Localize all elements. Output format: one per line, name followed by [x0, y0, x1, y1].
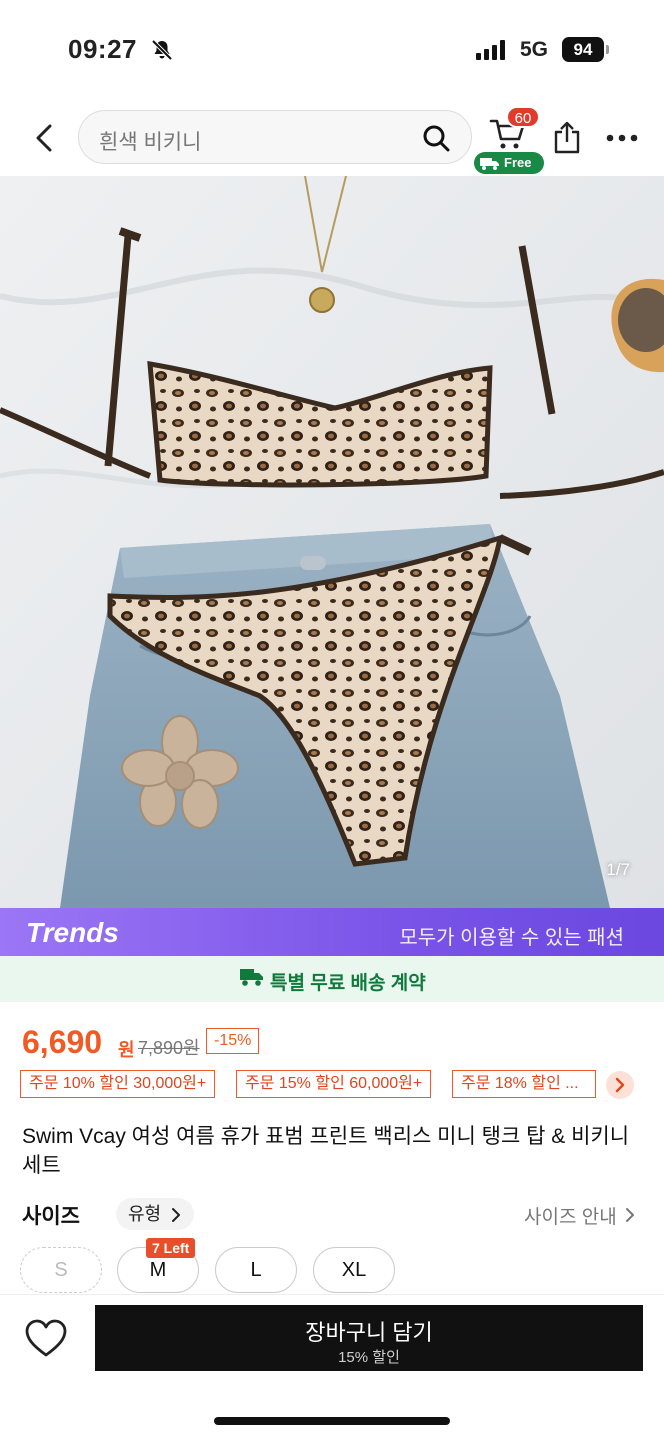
size-guide-link[interactable]: 사이즈 안내 [524, 1202, 617, 1229]
original-price: 7,890원 [138, 1038, 200, 1058]
truck-icon [480, 158, 499, 170]
search-query: 흰색 비키니 [99, 131, 202, 154]
chevron-right-icon [615, 1077, 625, 1093]
back-icon[interactable] [30, 122, 58, 154]
add-to-cart-button[interactable]: 장바구니 담기 15% 할인 [95, 1305, 643, 1371]
coupon-18[interactable]: 주문 18% 할인 ... [452, 1070, 596, 1098]
coupon-more-button[interactable] [606, 1071, 634, 1099]
cart-count-badge: 60 [506, 106, 540, 128]
heart-icon[interactable] [24, 1319, 68, 1359]
bell-muted-icon [151, 39, 173, 61]
battery-icon: 94 [562, 37, 604, 62]
coupon-10[interactable]: 주문 10% 할인 30,000원+ [20, 1070, 216, 1098]
image-counter: 1/7 [606, 860, 630, 879]
current-price: 6,690 [22, 1024, 103, 1060]
free-shipping-badge: Free [474, 152, 544, 174]
size-label: 사이즈 [22, 1205, 80, 1228]
shipping-banner[interactable]: 특별 무료 배송 계약 [0, 956, 664, 1002]
add-to-cart-discount: 15% 할인 [338, 1349, 400, 1366]
discount-badge: -15% [206, 1028, 260, 1054]
size-option-s[interactable]: S [20, 1247, 102, 1293]
coupon-row: 주문 10% 할인 30,000원+ 주문 15% 할인 60,000원+ 주문… [20, 1070, 644, 1100]
more-icon[interactable] [606, 134, 638, 142]
battery-tip [606, 45, 609, 54]
trends-banner[interactable]: Trends 모두가 이용할 수 있는 패션 [0, 908, 664, 956]
shipping-text: 특별 무료 배송 계약 [270, 973, 426, 994]
free-label: Free [504, 155, 532, 170]
bottom-action-bar: 장바구니 담기 15% 할인 [0, 1294, 664, 1440]
signal-icon [476, 40, 505, 60]
add-to-cart-label: 장바구니 담기 [305, 1320, 433, 1345]
size-type-label: 유형 [128, 1204, 162, 1224]
status-bar: 09:27 5G 94 [0, 0, 664, 100]
product-image-carousel[interactable]: 1/7 [0, 176, 664, 908]
stock-badge: 7 Left [146, 1238, 196, 1258]
trends-subtitle: 모두가 이용할 수 있는 패션 [399, 927, 624, 949]
product-photo [0, 176, 664, 908]
size-type-chip[interactable]: 유형 [116, 1198, 194, 1230]
top-nav: 흰색 비키니 60 Free [0, 100, 664, 176]
chevron-right-icon [172, 1208, 180, 1222]
size-option-l[interactable]: L [215, 1247, 297, 1293]
search-input[interactable]: 흰색 비키니 [78, 110, 472, 164]
status-time: 09:27 [68, 34, 137, 64]
size-option-xl[interactable]: XL [313, 1247, 395, 1293]
network-type: 5G [520, 38, 549, 61]
home-indicator[interactable] [214, 1417, 450, 1425]
product-title: Swim Vcay 여성 여름 휴가 표범 프린트 백리스 미니 탱크 탑 & … [22, 1125, 630, 1177]
chevron-right-icon [626, 1208, 634, 1222]
trends-title: Trends [26, 917, 119, 948]
share-icon[interactable] [552, 120, 582, 156]
coupon-15[interactable]: 주문 15% 할인 60,000원+ [236, 1070, 432, 1098]
price-unit: 원 [118, 1040, 135, 1060]
search-icon[interactable] [421, 123, 451, 153]
truck-icon [240, 969, 263, 986]
